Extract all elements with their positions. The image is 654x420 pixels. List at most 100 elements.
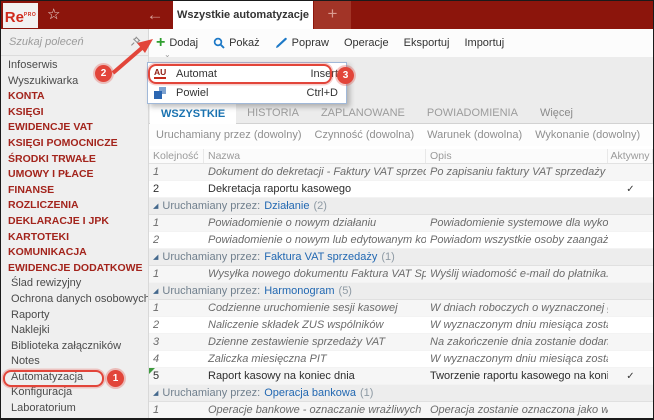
new-tab-button[interactable]: + <box>314 1 351 29</box>
filter-bar: Uruchamiany przez (dowolny) Czynność (dow… <box>149 124 653 146</box>
cell-name: Dokument do dekretacji - Faktury VAT spr… <box>208 166 426 178</box>
filter-warunek[interactable]: Warunek (dowolna) <box>427 129 522 141</box>
cell-name: Powiadomienie o nowym lub edytowanym kom… <box>208 234 426 246</box>
sidebar-item-środki-trwałe[interactable]: ŚRODKI TRWAŁE <box>1 152 148 168</box>
cell-active <box>608 215 653 231</box>
group-header-działanie[interactable]: ◢ Uruchamiany przez: Działanie (2) <box>149 198 653 215</box>
cell-order: 2 <box>153 234 160 246</box>
grid-body: 1 Dokument do dekretacji - Faktury VAT sp… <box>149 164 653 418</box>
title-bar: RePRO ☆ ← Wszystkie automatyzacje + <box>1 1 653 29</box>
favorites-star-icon[interactable]: ☆ <box>47 5 60 25</box>
column-header-nazwa[interactable]: Nazwa <box>204 149 426 163</box>
automation-row[interactable]: 1 Wysyłka nowego dokumentu Faktura VAT Sp… <box>149 266 653 283</box>
cell-name: Dekretacja raportu kasowego <box>208 183 352 195</box>
filter-czynność[interactable]: Czynność (dowolna) <box>315 129 415 141</box>
group-expander-icon[interactable]: ◢ <box>153 254 158 261</box>
automation-row[interactable]: 4 Zaliczka miesięczna PIT W wyznaczonym dn… <box>149 351 653 368</box>
automation-row[interactable]: 1 Dokument do dekretacji - Faktury VAT sp… <box>149 164 653 181</box>
search-placeholder: Szukaj poleceń <box>9 36 84 48</box>
cell-order: 1 <box>153 166 160 178</box>
cell-order: 2 <box>153 319 160 331</box>
group-header-harmonogram[interactable]: ◢ Uruchamiany przez: Harmonogram (5) <box>149 283 653 300</box>
group-expander-icon[interactable]: ◢ <box>153 203 158 210</box>
sidebar-item-biblioteka-załączników[interactable]: Biblioteka załączników <box>1 339 148 355</box>
sidebar-item-ślad-rewizyjny[interactable]: Ślad rewizyjny <box>1 276 148 292</box>
toolbar-button-label: Dodaj <box>169 37 199 49</box>
automation-row[interactable]: 5 Raport kasowy na koniec dnia Tworzenie r… <box>149 368 653 385</box>
automation-row[interactable]: 1 Operacje bankowe - oznaczanie wrażliwyc… <box>149 402 653 418</box>
group-prefix: Uruchamiany przez: <box>162 387 261 399</box>
sidebar-item-ewidencje-dodatkowe[interactable]: EWIDENCJE DODATKOWE <box>1 261 148 277</box>
sidebar-item-notes[interactable]: Notes <box>1 354 148 370</box>
cell-order: 4 <box>153 353 160 365</box>
filter-uruchamiany[interactable]: Uruchamiany przez (dowolny) <box>156 129 302 141</box>
sidebar-item-konfiguracja[interactable]: Konfiguracja <box>1 385 148 401</box>
toolbar: + Dodaj Pokaż Popraw Operacje Eksportuj Import… <box>149 29 653 57</box>
menu-item-label: Powiel <box>176 86 209 99</box>
sidebar-item-laboratorium[interactable]: Laboratorium <box>1 401 148 417</box>
sidebar-item-księgi[interactable]: KSIĘGI <box>1 105 148 121</box>
command-search-input[interactable]: Szukaj poleceń <box>1 29 148 56</box>
toolbar-button-label: Pokaż <box>229 37 260 49</box>
cell-active <box>608 232 653 248</box>
column-header-aktywny[interactable]: Aktywny <box>608 149 653 163</box>
sidebar-item-wyszukiwarka[interactable]: Wyszukiwarka <box>1 74 148 90</box>
sidebar-item-naklejki[interactable]: Naklejki <box>1 323 148 339</box>
cell-name: Zaliczka miesięczna PIT <box>208 353 327 365</box>
automation-row[interactable]: 2 Naliczenie składek ZUS wspólników W wyzn… <box>149 317 653 334</box>
tab-zaplanowane[interactable]: ZAPLANOWANE <box>310 101 416 123</box>
toolbar-button-operacje[interactable]: Operacje <box>344 37 389 49</box>
sidebar-item-kartoteki[interactable]: KARTOTEKI <box>1 230 148 246</box>
window-tab-all-automations[interactable]: Wszystkie automatyzacje <box>173 1 313 29</box>
cell-name: Dzienne zestawienie sprzedaży VAT <box>208 336 386 348</box>
group-expander-icon[interactable]: ◢ <box>153 390 158 397</box>
annotation-outline-automatyzacja <box>3 370 104 387</box>
toolbar-button-popraw[interactable]: Popraw <box>275 37 329 49</box>
annotation-step-2: 2 <box>95 65 112 82</box>
sidebar-item-finanse[interactable]: FINANSE <box>1 183 148 199</box>
duplicate-icon <box>154 86 166 99</box>
sidebar-item-infoserwis[interactable]: Infoserwis <box>1 58 148 74</box>
sidebar: Szukaj poleceń Infoserwis Wyszukiwarka KON… <box>1 29 149 418</box>
column-header-opis[interactable]: Opis <box>426 149 608 163</box>
back-arrow-icon[interactable]: ← <box>139 3 171 27</box>
group-expander-icon[interactable]: ◢ <box>153 288 158 295</box>
toolbar-button-eksportuj[interactable]: Eksportuj <box>404 37 450 49</box>
automation-row[interactable]: 1 Codzienne uruchomienie sesji kasowej W d… <box>149 300 653 317</box>
filter-wykonanie[interactable]: Wykonanie (dowolny) <box>535 129 640 141</box>
automation-row[interactable]: 1 Powiadomienie o nowym działaniu Powiadom… <box>149 215 653 232</box>
menu-item-powiel[interactable]: Powiel Ctrl+D <box>148 83 346 102</box>
sidebar-item-umowy-i-płace[interactable]: UMOWY I PŁACE <box>1 167 148 183</box>
automation-row[interactable]: 2 Powiadomienie o nowym lub edytowanym ko… <box>149 232 653 249</box>
tab-wszystkie[interactable]: WSZYSTKIE <box>150 101 237 124</box>
toolbar-button-importuj[interactable]: Importuj <box>464 37 504 49</box>
sidebar-item-księgi-pomocnicze[interactable]: KSIĘGI POMOCNICZE <box>1 136 148 152</box>
toolbar-button-dodaj[interactable]: + Dodaj <box>156 35 199 51</box>
tab-powiadomienia[interactable]: POWIADOMIENIA <box>416 101 529 123</box>
cell-active: ✓ <box>608 368 653 384</box>
tab-więcej[interactable]: Więcej <box>529 101 584 123</box>
column-header-kolejność[interactable]: Kolejność <box>149 149 204 163</box>
sidebar-item-ochrona-danych-osobowych[interactable]: Ochrona danych osobowych <box>1 292 148 308</box>
group-count: (5) <box>338 285 352 297</box>
cell-name: Naliczenie składek ZUS wspólników <box>208 319 384 331</box>
sidebar-item-raporty[interactable]: Raporty <box>1 308 148 324</box>
annotation-outline-automat <box>148 64 332 84</box>
tab-historia[interactable]: HISTORIA <box>236 101 310 123</box>
group-name: Działanie <box>264 200 310 212</box>
toolbar-button-pokaż[interactable]: Pokaż <box>213 37 260 49</box>
group-header-operacja-bankowa[interactable]: ◢ Uruchamiany przez: Operacja bankowa (1) <box>149 385 653 402</box>
app-logo-text: Re <box>4 9 24 26</box>
automation-row[interactable]: 3 Dzienne zestawienie sprzedaży VAT Na zak… <box>149 334 653 351</box>
group-header-faktura-vat-sprzedaży[interactable]: ◢ Uruchamiany przez: Faktura VAT sprzedaży… <box>149 249 653 266</box>
sidebar-item-komunikacja[interactable]: KOMUNIKACJA <box>1 245 148 261</box>
group-count: (1) <box>381 251 395 263</box>
sidebar-item-deklaracje-i-jpk[interactable]: DEKLARACJE I JPK <box>1 214 148 230</box>
sidebar-item-ewidencje-vat[interactable]: EWIDENCJE VAT <box>1 120 148 136</box>
automation-row[interactable]: 2 Dekretacja raportu kasowego ✓ <box>149 181 653 198</box>
sidebar-item-konta[interactable]: KONTA <box>1 89 148 105</box>
pin-icon[interactable] <box>130 36 141 47</box>
cell-description: W dniach roboczych o wyznaczonej g... <box>430 302 608 314</box>
sidebar-item-rozliczenia[interactable]: ROZLICZENIA <box>1 198 148 214</box>
annotation-step-1: 1 <box>107 370 124 387</box>
